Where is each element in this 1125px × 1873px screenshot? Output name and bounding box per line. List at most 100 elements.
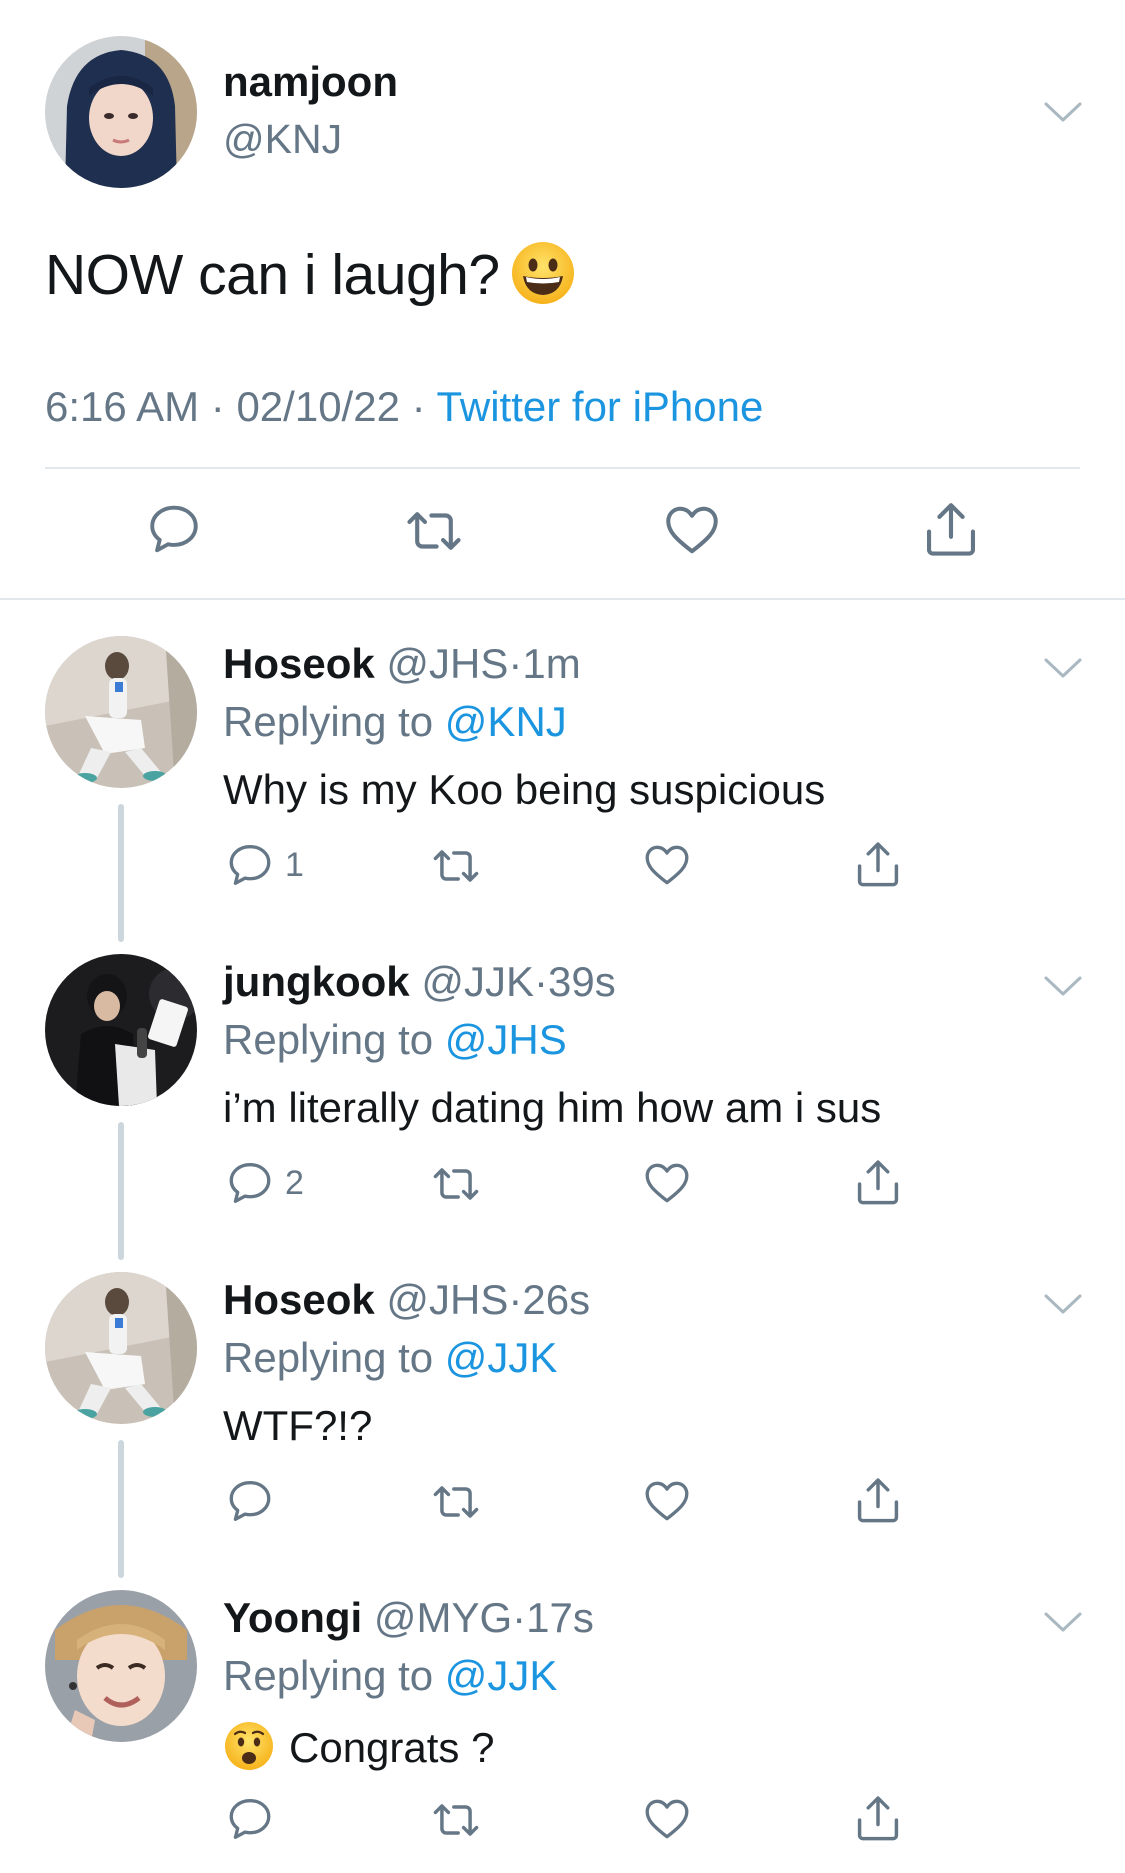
chevron-down-icon[interactable] xyxy=(1043,974,1083,998)
like-button[interactable] xyxy=(642,1476,692,1526)
tweet-date: 02/10/22 xyxy=(236,383,400,430)
share-button[interactable] xyxy=(852,1474,904,1526)
reply-time: 17s xyxy=(526,1594,594,1641)
author-name[interactable]: jungkook xyxy=(223,958,410,1005)
retweet-icon xyxy=(403,500,465,562)
reply-tweet[interactable]: Yoongi @MYG·17s Replying to @JJK Congrat… xyxy=(0,1590,1125,1873)
retweet-button[interactable] xyxy=(403,500,465,562)
heart-icon xyxy=(662,500,722,560)
share-icon xyxy=(920,498,982,560)
reply-button[interactable]: 2 xyxy=(225,1158,304,1208)
reply-button[interactable] xyxy=(145,500,203,558)
meta-separator: · xyxy=(411,383,426,430)
reply-text-content: Congrats ? xyxy=(289,1724,495,1771)
chevron-down-icon[interactable] xyxy=(1043,656,1083,680)
chevron-down-icon[interactable] xyxy=(1043,100,1083,124)
like-button[interactable] xyxy=(642,840,692,890)
author-handle[interactable]: @MYG xyxy=(374,1594,512,1641)
author-handle[interactable]: @JJK xyxy=(421,958,534,1005)
reply-count: 2 xyxy=(285,1163,304,1202)
retweet-button[interactable] xyxy=(430,1158,482,1210)
replying-to: Replying to @JJK xyxy=(223,1652,557,1700)
reply-text: WTF?!? xyxy=(223,1402,373,1449)
replying-prefix: Replying to xyxy=(223,1334,434,1381)
reply-tweet[interactable]: jungkook @JJK·39s Replying to @JHS i’m l… xyxy=(0,954,1125,1272)
reply-button[interactable]: 1 xyxy=(225,840,304,890)
chevron-down-icon[interactable] xyxy=(1043,1292,1083,1316)
heart-icon xyxy=(642,840,692,890)
separator: · xyxy=(508,1276,523,1323)
main-tweet: namjoon @KNJ NOW can i laugh? 6:16 AM · … xyxy=(0,0,1125,600)
share-icon xyxy=(852,1792,904,1844)
author-name[interactable]: Hoseok xyxy=(223,640,375,687)
replying-prefix: Replying to xyxy=(223,1652,434,1699)
reply-tweet[interactable]: Hoseok @JHS·1m Replying to @KNJ Why is m… xyxy=(0,636,1125,954)
reply-action-bar xyxy=(0,1790,1125,1850)
tweet-source-link[interactable]: Twitter for iPhone xyxy=(437,383,764,430)
reply-bubble-icon xyxy=(225,840,275,890)
replying-prefix: Replying to xyxy=(223,698,434,745)
grinning-face-icon xyxy=(511,242,574,304)
reply-action-bar: 2 xyxy=(0,1154,1125,1214)
share-icon xyxy=(852,1474,904,1526)
tweet-time: 6:16 AM xyxy=(45,383,200,430)
author-name[interactable]: Hoseok xyxy=(223,1276,375,1323)
mention-link[interactable]: @JHS xyxy=(445,1016,567,1063)
reply-time: 1m xyxy=(522,640,581,687)
reply-button[interactable] xyxy=(225,1794,275,1844)
like-button[interactable] xyxy=(662,500,722,560)
meta-separator: · xyxy=(210,383,225,430)
share-button[interactable] xyxy=(852,1156,904,1208)
reply-count: 1 xyxy=(285,845,304,884)
like-button[interactable] xyxy=(642,1158,692,1208)
divider xyxy=(45,467,1080,469)
reply-header: Yoongi @MYG·17s xyxy=(223,1594,594,1642)
author-handle[interactable]: @JHS xyxy=(386,1276,508,1323)
replying-to: Replying to @JHS xyxy=(223,1016,567,1064)
retweet-button[interactable] xyxy=(430,840,482,892)
reply-time: 26s xyxy=(522,1276,591,1323)
like-button[interactable] xyxy=(642,1794,692,1844)
reply-action-bar: 1 xyxy=(0,836,1125,896)
replying-to: Replying to @KNJ xyxy=(223,698,567,746)
reply-bubble-icon xyxy=(225,1158,275,1208)
author-handle[interactable]: @KNJ xyxy=(223,116,342,163)
author-handle[interactable]: @JHS xyxy=(386,640,508,687)
share-button[interactable] xyxy=(920,498,982,560)
avatar[interactable] xyxy=(45,36,197,188)
reply-button[interactable] xyxy=(225,1476,275,1526)
retweet-icon xyxy=(430,1476,482,1528)
author-name[interactable]: Yoongi xyxy=(223,1594,362,1641)
main-action-bar xyxy=(0,500,1125,570)
share-button[interactable] xyxy=(852,838,904,890)
reply-header: Hoseok @JHS·1m xyxy=(223,640,581,688)
reply-time: 39s xyxy=(548,958,616,1005)
heart-icon xyxy=(642,1158,692,1208)
reply-tweet[interactable]: Hoseok @JHS·26s Replying to @JJK WTF?!? xyxy=(0,1272,1125,1590)
separator: · xyxy=(508,640,523,687)
share-icon xyxy=(852,838,904,890)
retweet-button[interactable] xyxy=(430,1794,482,1846)
avatar[interactable] xyxy=(45,1272,197,1424)
share-icon xyxy=(852,1156,904,1208)
retweet-icon xyxy=(430,1158,482,1210)
avatar[interactable] xyxy=(45,954,197,1106)
share-button[interactable] xyxy=(852,1792,904,1844)
separator: · xyxy=(512,1594,527,1641)
tweet-text-content: NOW can i laugh? xyxy=(45,243,500,307)
reply-text: Why is my Koo being suspicious xyxy=(223,766,826,813)
mention-link[interactable]: @JJK xyxy=(445,1334,558,1381)
avatar[interactable] xyxy=(45,636,197,788)
reply-bubble-icon xyxy=(145,500,203,558)
reply-header: Hoseok @JHS·26s xyxy=(223,1276,590,1324)
reply-bubble-icon xyxy=(225,1794,275,1844)
retweet-button[interactable] xyxy=(430,1476,482,1528)
reply-bubble-icon xyxy=(225,1476,275,1526)
mention-link[interactable]: @JJK xyxy=(445,1652,558,1699)
mention-link[interactable]: @KNJ xyxy=(445,698,567,745)
reply-text: Congrats ? xyxy=(223,1720,494,1772)
avatar[interactable] xyxy=(45,1590,197,1742)
author-name[interactable]: namjoon xyxy=(223,58,398,106)
tweet-meta: 6:16 AM · 02/10/22 · Twitter for iPhone xyxy=(45,383,763,431)
chevron-down-icon[interactable] xyxy=(1043,1610,1083,1634)
